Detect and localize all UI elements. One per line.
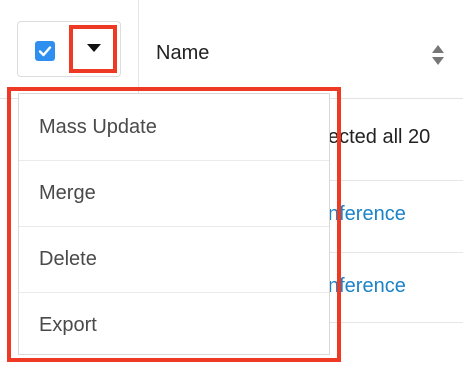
name-column-header[interactable]: Name xyxy=(156,42,209,65)
row-divider xyxy=(328,322,463,323)
sort-both-icon[interactable] xyxy=(430,43,446,67)
checkmark-icon xyxy=(38,46,52,57)
caret-down-icon xyxy=(87,44,101,52)
select-all-checkbox[interactable] xyxy=(35,41,55,61)
menu-highlight-frame xyxy=(7,87,341,362)
selection-status-text: ected all 20 xyxy=(328,126,431,148)
column-divider xyxy=(138,0,139,98)
row-divider xyxy=(328,180,463,181)
row-divider xyxy=(328,252,463,253)
